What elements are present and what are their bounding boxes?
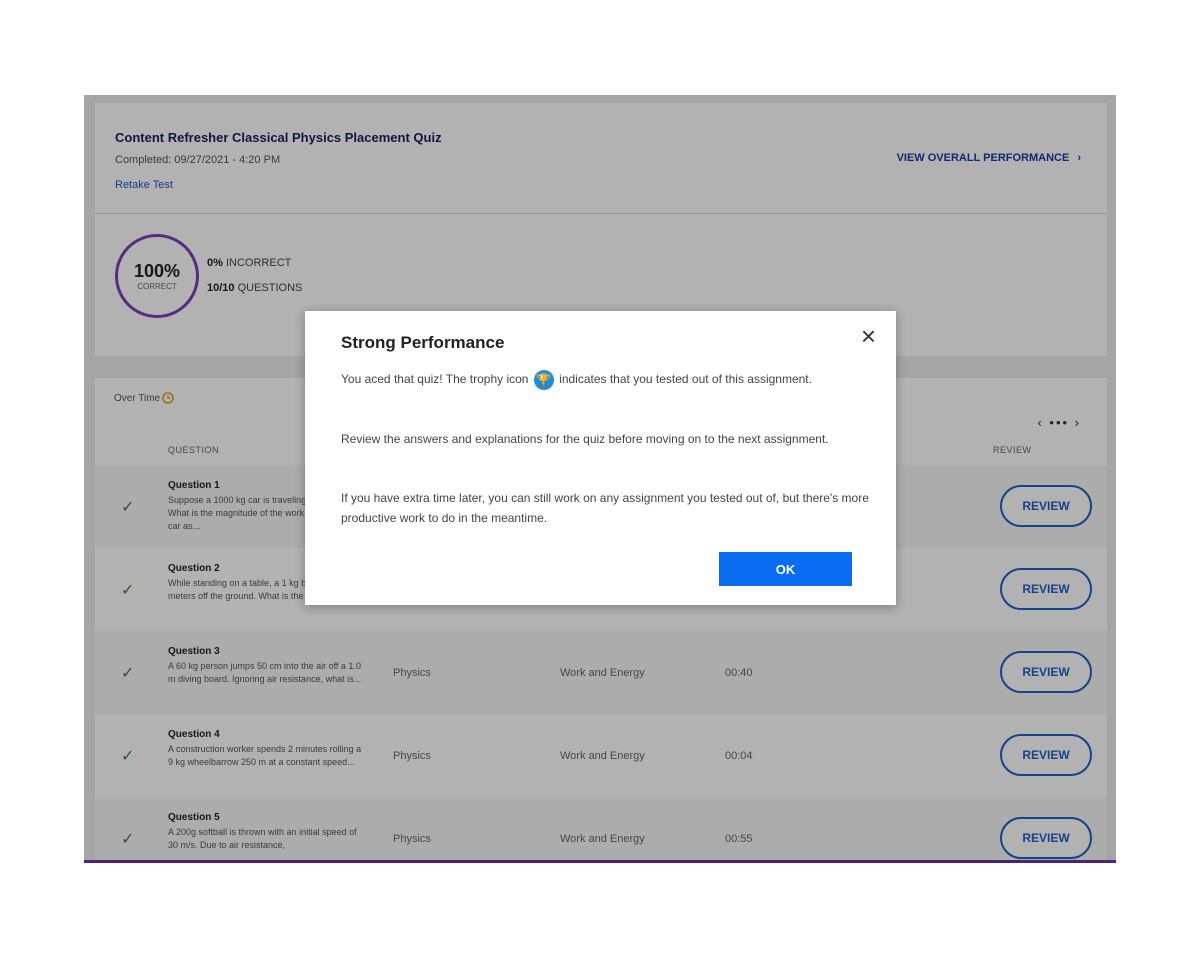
strong-performance-dialog: Strong Performance × You aced that quiz!…	[305, 311, 896, 605]
dialog-paragraph-3: If you have extra time later, you can st…	[341, 491, 869, 525]
paragraph-1-start: You aced that quiz! The trophy icon	[341, 372, 529, 386]
dialog-title: Strong Performance	[341, 333, 505, 352]
close-icon[interactable]: ×	[861, 323, 876, 349]
paragraph-1-end: indicates that you tested out of this as…	[559, 372, 812, 386]
dialog-paragraph-1: You aced that quiz! The trophy icon 🏆 in…	[341, 369, 871, 390]
trophy-icon: 🏆	[533, 369, 554, 390]
dialog-paragraph-2: Review the answers and explanations for …	[341, 432, 829, 446]
ok-button[interactable]: OK	[719, 552, 852, 586]
